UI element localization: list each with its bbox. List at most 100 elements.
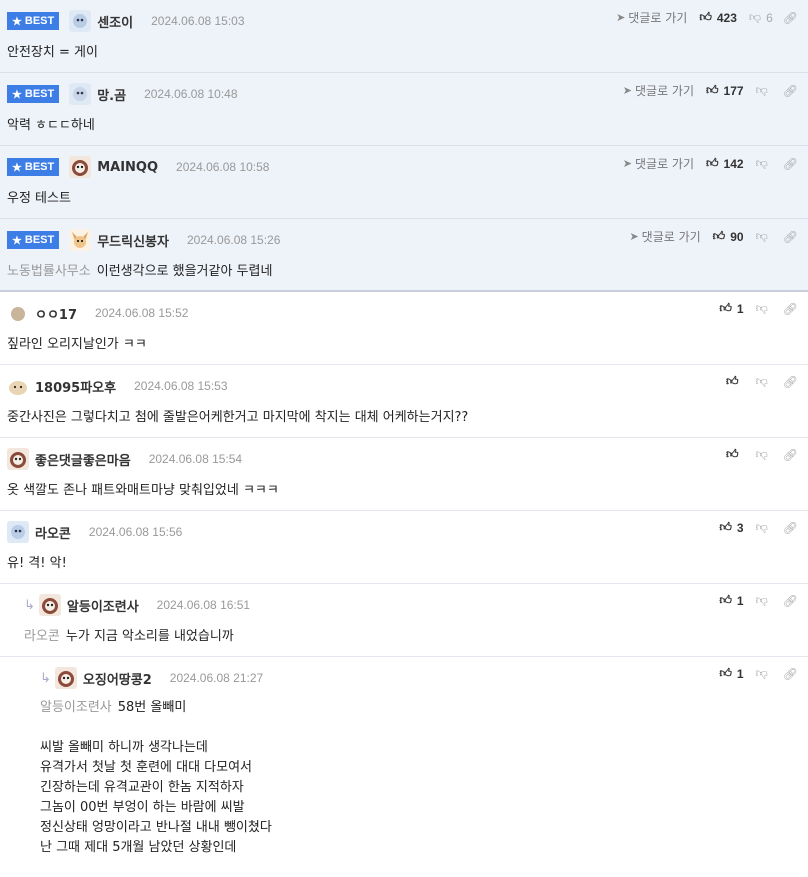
thumbs-up-icon: 👍︎ bbox=[726, 447, 739, 461]
dislike-button[interactable]: 👎︎ bbox=[756, 374, 773, 389]
mention[interactable]: 노동법률사무소 bbox=[7, 264, 91, 279]
avatar[interactable] bbox=[54, 667, 77, 689]
comment-body: 유! 격! 악! bbox=[7, 556, 67, 571]
thumbs-up-icon: 👍︎ bbox=[719, 593, 732, 607]
avatar[interactable] bbox=[7, 302, 29, 324]
best-comment: ★ BEST MAINQQ 2024.06.08 10:58 ➤ 댓글로 가기 👍︎… bbox=[0, 146, 808, 219]
dislike-button[interactable]: 👎︎ bbox=[756, 447, 773, 462]
best-badge: ★ BEST bbox=[7, 12, 60, 30]
like-button[interactable]: 👍︎ 3 bbox=[719, 520, 743, 535]
mention[interactable]: 알등이조련사 bbox=[40, 700, 112, 715]
nickname[interactable]: 18095파오후 bbox=[35, 377, 116, 396]
like-button[interactable]: 👍︎ bbox=[726, 447, 744, 462]
like-button[interactable]: 👍︎ 177 bbox=[706, 83, 744, 98]
avatar[interactable] bbox=[69, 156, 92, 178]
comment-date: 2024.06.08 15:53 bbox=[134, 379, 228, 393]
link-icon[interactable]: 🔗︎ bbox=[783, 84, 798, 98]
comment-date: 2024.06.08 15:54 bbox=[148, 452, 243, 466]
dislike-button[interactable]: 👎︎ 6 bbox=[749, 10, 773, 25]
body-line: 정신상태 엉망이라고 반나절 내내 뺑이쳤다 bbox=[40, 820, 272, 835]
link-icon[interactable]: 🔗︎ bbox=[783, 594, 798, 608]
dislike-button[interactable]: 👎︎ bbox=[756, 301, 773, 316]
best-badge: ★ BEST bbox=[7, 231, 60, 249]
comment-body: 짚라인 오리지날인가 ㅋㅋ bbox=[7, 337, 147, 352]
arrow-icon: ➤ bbox=[629, 230, 639, 243]
body-line: 난 그때 제대 5개월 남았던 상황인데 bbox=[40, 840, 237, 855]
link-icon[interactable]: 🔗︎ bbox=[783, 230, 798, 244]
avatar[interactable] bbox=[69, 229, 92, 251]
mention[interactable]: 라오콘 bbox=[24, 629, 60, 644]
comment: ㅇㅇ17 2024.06.08 15:52 👍︎ 1 👎︎ 🔗︎ 짚라인 오리지날… bbox=[0, 292, 808, 365]
like-button[interactable]: 👍︎ 423 bbox=[699, 10, 737, 25]
dislike-button[interactable]: 👎︎ bbox=[756, 83, 773, 98]
body-line: 그놈이 00번 부엉이 하는 바람에 씨발 bbox=[40, 800, 245, 815]
nickname[interactable]: 오징어땅콩2 bbox=[83, 669, 152, 688]
arrow-icon: ➤ bbox=[616, 11, 626, 24]
dislike-button[interactable]: 👎︎ bbox=[756, 156, 773, 171]
thumbs-up-icon: 👍︎ bbox=[719, 520, 732, 534]
thumbs-down-icon: 👎︎ bbox=[755, 229, 768, 243]
link-icon[interactable]: 🔗︎ bbox=[783, 11, 798, 25]
comment-list: ★ BEST 센조이 2024.06.08 15:03 ➤ 댓글로 가기 👍︎ 423… bbox=[0, 0, 808, 877]
link-icon[interactable]: 🔗︎ bbox=[783, 667, 798, 681]
best-comment: ★ BEST 무드릭신봉자 2024.06.08 15:26 ➤ 댓글로 가기 👍︎… bbox=[0, 219, 808, 292]
like-button[interactable]: 👍︎ 1 bbox=[719, 666, 743, 681]
nickname[interactable]: 망.곰 bbox=[97, 85, 126, 104]
nickname[interactable]: ㅇㅇ17 bbox=[35, 304, 77, 323]
body-line: 알등이조련사 58번 올빼미 bbox=[40, 700, 187, 715]
best-badge: ★ BEST bbox=[7, 85, 60, 103]
like-button[interactable]: 👍︎ 1 bbox=[719, 301, 743, 316]
avatar[interactable] bbox=[69, 83, 92, 105]
nickname[interactable]: 좋은댓글좋은마음 bbox=[35, 450, 131, 469]
dislike-button[interactable]: 👎︎ bbox=[756, 593, 773, 608]
comment-date: 2024.06.08 21:27 bbox=[169, 671, 264, 685]
comment-body: 노동법률사무소 이런생각으로 했을거같아 두렵네 bbox=[7, 264, 273, 279]
best-comment: ★ BEST 망.곰 2024.06.08 10:48 ➤ 댓글로 가기 👍︎ 177… bbox=[0, 73, 808, 146]
goto-comment-link[interactable]: ➤ 댓글로 가기 bbox=[616, 9, 687, 26]
avatar[interactable] bbox=[69, 10, 92, 32]
like-button[interactable]: 👍︎ bbox=[726, 374, 744, 389]
link-icon[interactable]: 🔗︎ bbox=[783, 448, 798, 462]
thumbs-down-icon: 👎︎ bbox=[755, 156, 768, 170]
star-icon: ★ bbox=[12, 234, 22, 247]
best-badge: ★ BEST bbox=[7, 158, 60, 176]
like-button[interactable]: 👍︎ 1 bbox=[719, 593, 743, 608]
comment-body: 우정 테스트 bbox=[7, 191, 71, 206]
thumbs-up-icon: 👍︎ bbox=[706, 156, 719, 170]
link-icon[interactable]: 🔗︎ bbox=[783, 157, 798, 171]
nickname[interactable]: 무드릭신봉자 bbox=[97, 231, 169, 250]
star-icon: ★ bbox=[12, 88, 22, 101]
goto-comment-link[interactable]: ➤ 댓글로 가기 bbox=[623, 155, 694, 172]
link-icon[interactable]: 🔗︎ bbox=[783, 302, 798, 316]
nickname[interactable]: 알등이조련사 bbox=[67, 596, 139, 615]
like-button[interactable]: 👍︎ 90 bbox=[713, 229, 744, 244]
dislike-button[interactable]: 👎︎ bbox=[756, 229, 773, 244]
comment-date: 2024.06.08 10:48 bbox=[144, 87, 238, 101]
nickname[interactable]: MAINQQ bbox=[97, 160, 158, 175]
arrow-icon: ➤ bbox=[622, 157, 632, 170]
thumbs-down-icon: 👎︎ bbox=[755, 520, 768, 534]
comment: 라오콘 2024.06.08 15:56 👍︎ 3 👎︎ 🔗︎ 유! 격! 악! bbox=[0, 511, 808, 584]
link-icon[interactable]: 🔗︎ bbox=[783, 375, 798, 389]
comment-body: 중간사진은 그렇다치고 첨에 줄발은어케한거고 마지막에 착지는 대체 어케하는… bbox=[7, 410, 469, 425]
avatar[interactable] bbox=[7, 448, 29, 470]
comment-date: 2024.06.08 16:51 bbox=[156, 598, 251, 612]
body-line bbox=[40, 718, 272, 738]
goto-comment-link[interactable]: ➤ 댓글로 가기 bbox=[629, 228, 700, 245]
comment-date: 2024.06.08 10:58 bbox=[176, 160, 270, 174]
thumbs-up-icon: 👍︎ bbox=[699, 10, 712, 24]
goto-comment-link[interactable]: ➤ 댓글로 가기 bbox=[623, 82, 694, 99]
dislike-button[interactable]: 👎︎ bbox=[756, 520, 773, 535]
avatar[interactable] bbox=[7, 521, 29, 543]
comment-date: 2024.06.08 15:03 bbox=[151, 14, 245, 28]
avatar[interactable] bbox=[7, 375, 29, 397]
nickname[interactable]: 라오콘 bbox=[35, 523, 71, 542]
thumbs-down-icon: 👎︎ bbox=[755, 83, 768, 97]
avatar[interactable] bbox=[38, 594, 61, 616]
body-line: 긴장하는데 유격교관이 한놈 지적하자 bbox=[40, 780, 244, 795]
link-icon[interactable]: 🔗︎ bbox=[783, 521, 798, 535]
dislike-button[interactable]: 👎︎ bbox=[756, 666, 773, 681]
thumbs-down-icon: 👎︎ bbox=[755, 301, 768, 315]
like-button[interactable]: 👍︎ 142 bbox=[706, 156, 744, 171]
nickname[interactable]: 센조이 bbox=[97, 12, 133, 31]
